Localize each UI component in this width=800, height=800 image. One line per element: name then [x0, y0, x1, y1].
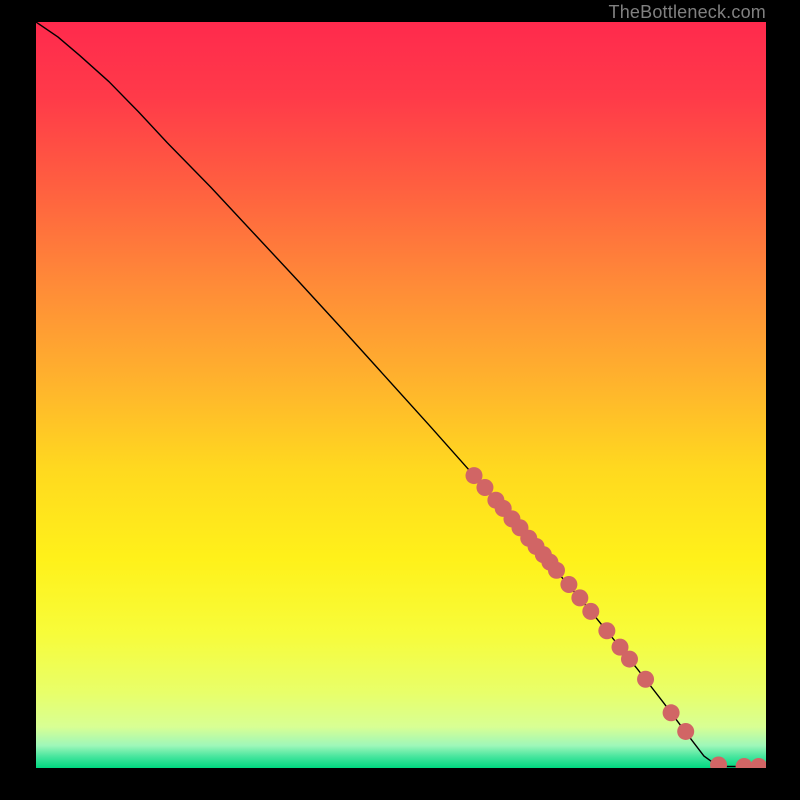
chart-frame: TheBottleneck.com [0, 0, 800, 800]
data-point [571, 589, 588, 606]
data-point [548, 562, 565, 579]
data-point [621, 651, 638, 668]
data-point [560, 576, 577, 593]
plot-svg [36, 22, 766, 768]
data-point [582, 603, 599, 620]
data-point [677, 723, 694, 740]
data-point [598, 622, 615, 639]
watermark-text: TheBottleneck.com [609, 2, 766, 23]
data-point [663, 704, 680, 721]
data-point [637, 671, 654, 688]
plot-area [36, 22, 766, 768]
